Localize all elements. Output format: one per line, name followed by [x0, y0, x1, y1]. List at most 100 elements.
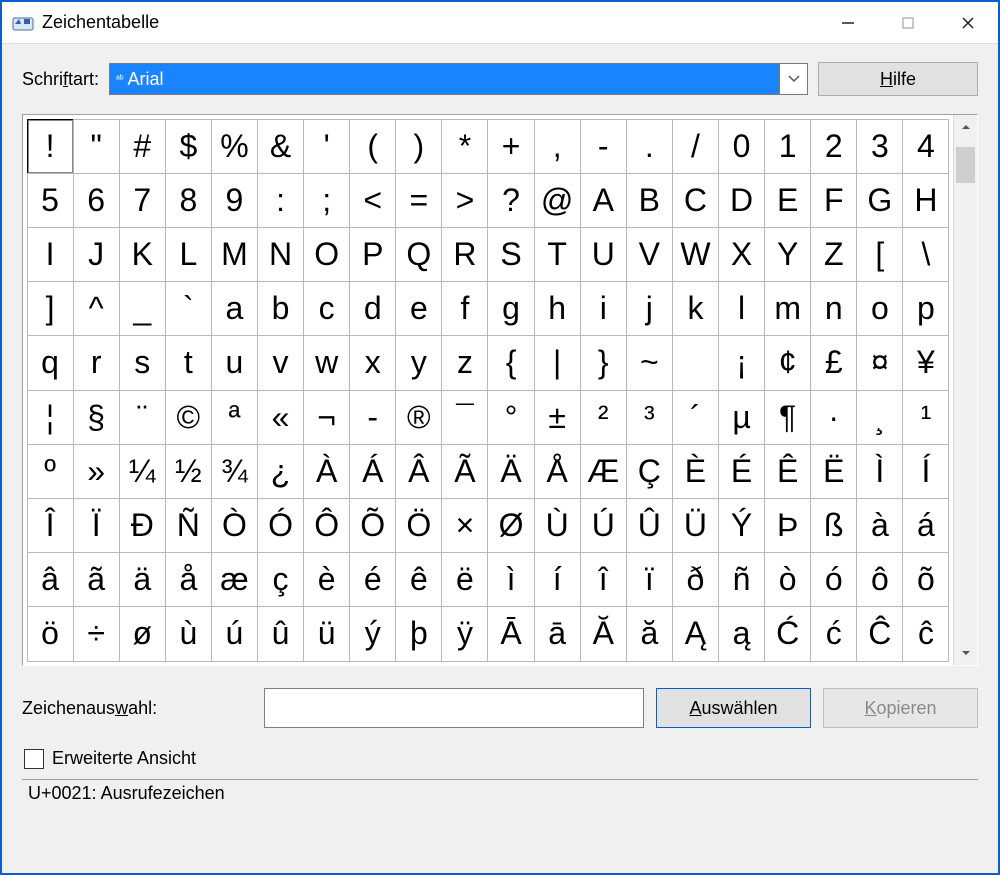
- char-cell[interactable]: ³: [626, 390, 673, 445]
- char-cell[interactable]: Ä: [487, 444, 534, 499]
- char-cell[interactable]: 0: [718, 119, 765, 174]
- char-cell[interactable]: ¹: [902, 390, 949, 445]
- char-cell[interactable]: ¬: [303, 390, 350, 445]
- char-cell[interactable]: +: [487, 119, 534, 174]
- char-cell[interactable]: Y: [764, 227, 811, 282]
- char-cell[interactable]: J: [73, 227, 120, 282]
- char-cell[interactable]: ½: [165, 444, 212, 499]
- char-cell[interactable]: í: [534, 552, 581, 607]
- char-cell[interactable]: ï: [626, 552, 673, 607]
- char-cell[interactable]: ¥: [902, 335, 949, 390]
- char-cell[interactable]: U: [580, 227, 627, 282]
- char-cell[interactable]: /: [672, 119, 719, 174]
- char-cell[interactable]: ý: [349, 606, 396, 661]
- char-cell[interactable]: ©: [165, 390, 212, 445]
- char-cell[interactable]: *: [441, 119, 488, 174]
- char-cell[interactable]: ²: [580, 390, 627, 445]
- char-cell[interactable]: <: [349, 173, 396, 228]
- char-cell[interactable]: Ü: [672, 498, 719, 553]
- char-cell[interactable]: û: [257, 606, 304, 661]
- char-cell[interactable]: >: [441, 173, 488, 228]
- char-cell[interactable]: Z: [810, 227, 857, 282]
- char-cell[interactable]: ì: [487, 552, 534, 607]
- scroll-up-arrow[interactable]: [954, 115, 977, 139]
- scroll-down-arrow[interactable]: [954, 641, 977, 665]
- char-cell[interactable]: ć: [810, 606, 857, 661]
- char-cell[interactable]: Ö: [395, 498, 442, 553]
- char-cell[interactable]: ª: [211, 390, 258, 445]
- char-cell[interactable]: ÿ: [441, 606, 488, 661]
- char-cell[interactable]: ¶: [764, 390, 811, 445]
- char-cell[interactable]: Ç: [626, 444, 673, 499]
- char-cell[interactable]: ': [303, 119, 350, 174]
- char-cell[interactable]: %: [211, 119, 258, 174]
- scroll-thumb[interactable]: [956, 147, 975, 183]
- char-cell[interactable]: n: [810, 281, 857, 336]
- char-cell[interactable]: m: [764, 281, 811, 336]
- char-cell[interactable]: ä: [119, 552, 166, 607]
- char-cell[interactable]: g: [487, 281, 534, 336]
- help-button[interactable]: Hilfe: [818, 62, 978, 96]
- char-cell[interactable]: ;: [303, 173, 350, 228]
- char-cell[interactable]: Ó: [257, 498, 304, 553]
- char-cell[interactable]: Ë: [810, 444, 857, 499]
- char-cell[interactable]: £: [810, 335, 857, 390]
- char-cell[interactable]: G: [856, 173, 903, 228]
- char-cell[interactable]: ¦: [27, 390, 74, 445]
- char-cell[interactable]: ¢: [764, 335, 811, 390]
- char-cell[interactable]: ): [395, 119, 442, 174]
- char-cell[interactable]: 7: [119, 173, 166, 228]
- char-cell[interactable]: ·: [810, 390, 857, 445]
- char-cell[interactable]: ÷: [73, 606, 120, 661]
- char-cell[interactable]: M: [211, 227, 258, 282]
- char-cell[interactable]: q: [27, 335, 74, 390]
- char-cell[interactable]: ": [73, 119, 120, 174]
- char-cell[interactable]: é: [349, 552, 396, 607]
- char-cell[interactable]: }: [580, 335, 627, 390]
- chevron-down-icon[interactable]: [779, 64, 807, 94]
- char-cell[interactable]: 3: [856, 119, 903, 174]
- char-cell[interactable]: Ú: [580, 498, 627, 553]
- char-cell[interactable]: b: [257, 281, 304, 336]
- char-cell[interactable]: 6: [73, 173, 120, 228]
- char-cell[interactable]: 5: [27, 173, 74, 228]
- char-cell[interactable]: Q: [395, 227, 442, 282]
- char-cell[interactable]: I: [27, 227, 74, 282]
- char-cell[interactable]: ×: [441, 498, 488, 553]
- char-cell[interactable]: ô: [856, 552, 903, 607]
- char-cell[interactable]: ¤: [856, 335, 903, 390]
- scroll-track[interactable]: [954, 139, 977, 641]
- char-cell[interactable]: Ă: [580, 606, 627, 661]
- char-cell[interactable]: {: [487, 335, 534, 390]
- char-cell[interactable]: Ð: [119, 498, 166, 553]
- char-cell[interactable]: ó: [810, 552, 857, 607]
- char-cell[interactable]: È: [672, 444, 719, 499]
- char-cell[interactable]: N: [257, 227, 304, 282]
- char-cell[interactable]: ‑: [349, 390, 396, 445]
- char-cell[interactable]: `: [165, 281, 212, 336]
- char-cell[interactable]: §: [73, 390, 120, 445]
- char-cell[interactable]: ĉ: [902, 606, 949, 661]
- char-cell[interactable]: »: [73, 444, 120, 499]
- maximize-button[interactable]: [878, 2, 938, 43]
- char-cell[interactable]: ±: [534, 390, 581, 445]
- char-cell[interactable]: Á: [349, 444, 396, 499]
- char-cell[interactable]: S: [487, 227, 534, 282]
- char-cell[interactable]: ø: [119, 606, 166, 661]
- char-cell[interactable]: C: [672, 173, 719, 228]
- minimize-button[interactable]: [818, 2, 878, 43]
- char-cell[interactable]: #: [119, 119, 166, 174]
- char-cell[interactable]: .: [626, 119, 673, 174]
- char-cell[interactable]: Í: [902, 444, 949, 499]
- char-cell[interactable]: ?: [487, 173, 534, 228]
- char-cell[interactable]: |: [534, 335, 581, 390]
- char-cell[interactable]: o: [856, 281, 903, 336]
- char-cell[interactable]: a: [211, 281, 258, 336]
- char-cell[interactable]: X: [718, 227, 765, 282]
- char-cell[interactable]: -: [580, 119, 627, 174]
- char-cell[interactable]: Ã: [441, 444, 488, 499]
- char-cell[interactable]: c: [303, 281, 350, 336]
- char-cell[interactable]: V: [626, 227, 673, 282]
- char-cell[interactable]: P: [349, 227, 396, 282]
- char-cell[interactable]: Ò: [211, 498, 258, 553]
